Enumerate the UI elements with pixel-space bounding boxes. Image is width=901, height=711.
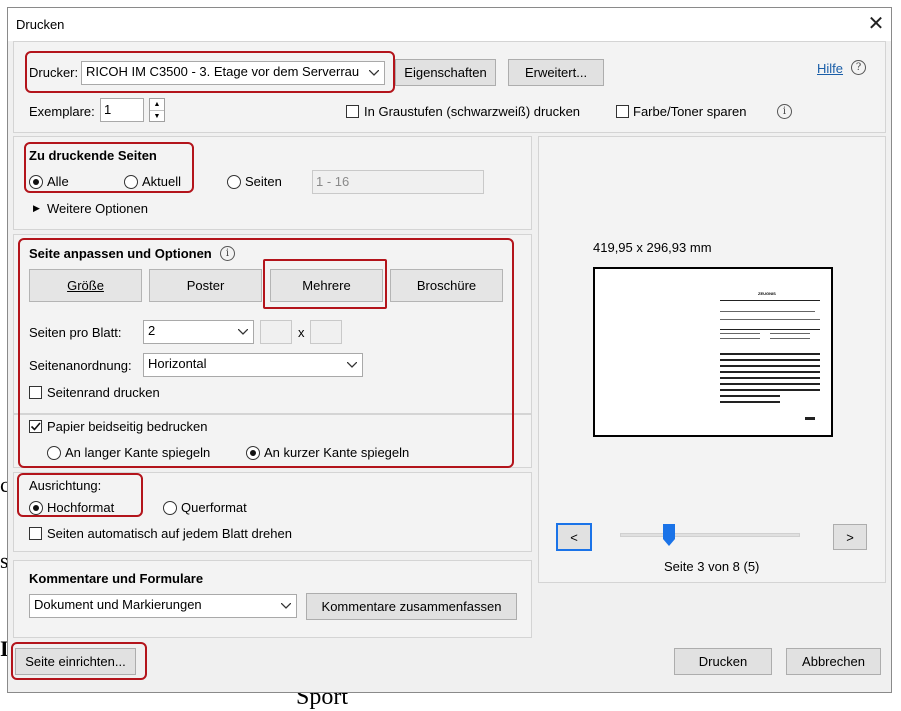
comments-select-value: Dokument und Markierungen [34,597,202,612]
highlight-page-setup [11,642,147,680]
copies-label: Exemplare: [29,104,95,119]
preview-doc-heading: ZEUGNIS [758,291,776,296]
info-icon[interactable]: i [777,104,792,119]
page-status: Seite 3 von 8 (5) [664,559,760,574]
cancel-button[interactable]: Abbrechen [786,648,881,675]
title-bar: Drucken ✕ [8,8,891,41]
comments-heading: Kommentare und Formulare [29,571,204,586]
pages-range-radio[interactable] [227,175,241,189]
grayscale-label: In Graustufen (schwarzweiß) drucken [364,104,581,119]
properties-button[interactable]: Eigenschaften [395,59,496,86]
grayscale-checkbox[interactable] [346,105,359,118]
more-options-link[interactable]: Weitere Optionen [47,201,148,216]
page-slider-track[interactable] [620,533,800,537]
save-ink-label: Farbe/Toner sparen [633,104,747,119]
spin-down-icon[interactable]: ▼ [150,110,164,121]
help-link[interactable]: Hilfe [817,61,843,76]
spin-up-icon[interactable]: ▲ [150,99,164,110]
help-icon[interactable]: ? [851,60,866,75]
auto-rotate-label: Seiten automatisch auf jedem Blatt drehe… [47,526,292,541]
copies-spinner[interactable]: ▲ ▼ [149,98,165,122]
pages-range-input[interactable]: 1 - 16 [312,170,484,194]
advanced-button[interactable]: Erweitert... [508,59,604,86]
previous-page-button[interactable]: < [556,523,592,551]
highlight-printer [25,51,395,93]
paper-size-label: 419,95 x 296,93 mm [593,240,712,255]
pages-range-label: Seiten [245,174,282,189]
close-icon[interactable]: ✕ [864,12,888,36]
page-slider-thumb[interactable] [662,524,675,546]
landscape-radio[interactable] [163,501,177,515]
comments-select[interactable]: Dokument und Markierungen [29,594,297,618]
landscape-label: Querformat [181,500,247,515]
highlight-orientation [17,473,143,517]
dialog-title: Drucken [16,17,65,32]
page-preview: ZEUGNIS [593,267,833,437]
triangle-right-icon[interactable]: ▶ [33,203,40,214]
highlight-pages [24,142,194,193]
summarize-comments-button[interactable]: Kommentare zusammenfassen [306,593,517,620]
auto-rotate-checkbox[interactable] [29,527,42,540]
copies-input[interactable]: 1 [100,98,144,122]
print-button[interactable]: Drucken [674,648,772,675]
highlight-multiple-tab [263,259,387,309]
chevron-down-icon [276,595,296,617]
next-page-button[interactable]: > [833,524,867,550]
save-ink-checkbox[interactable] [616,105,629,118]
